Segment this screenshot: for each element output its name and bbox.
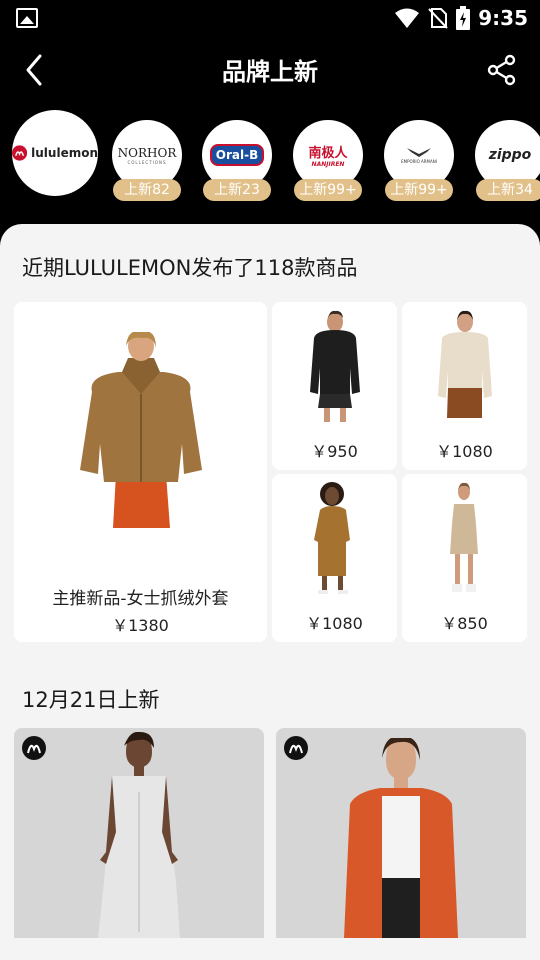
content-panel: 近期LULULEMON发布了118款商品 主推新品-女士抓绒外套 ￥1380 ￥…: [0, 224, 540, 960]
no-sim-icon: [428, 8, 448, 29]
product-price: ￥950: [311, 442, 358, 461]
product-price: ￥1080: [306, 614, 363, 633]
status-bar: 9:35: [0, 0, 540, 36]
lululemon-logo-icon: [284, 736, 308, 760]
black-hoodie-image: [310, 310, 360, 422]
fleece-jacket-image: [80, 332, 202, 528]
eagle-logo-icon: [407, 148, 431, 157]
new-count-badge: 上新99+: [385, 179, 453, 201]
featured-product-price: ￥1380: [112, 616, 169, 635]
featured-product-card[interactable]: 主推新品-女士抓绒外套 ￥1380: [14, 302, 267, 642]
new-count-badge: 上新82: [113, 179, 181, 201]
battery-charging-icon: [456, 6, 471, 30]
new-product-card[interactable]: [14, 728, 264, 938]
orange-cardigan-image: [344, 738, 458, 938]
summary-title: 近期LULULEMON发布了118款商品: [22, 256, 358, 280]
brand-subtitle: NANJIREN: [311, 161, 345, 168]
brand-logo: lululemon: [12, 110, 98, 196]
lululemon-logo-icon: [12, 145, 28, 161]
new-product-card[interactable]: [276, 728, 526, 938]
brand-zippo[interactable]: ZIPPO 上新34: [475, 120, 540, 201]
nav-bar: 品牌上新: [0, 36, 540, 104]
featured-product-name: 主推新品-女士抓绒外套: [52, 589, 229, 609]
brand-norhor[interactable]: NORHOR COLLECTIONS 上新82: [112, 120, 182, 201]
page-title: 品牌上新: [222, 58, 318, 86]
lululemon-logo-icon: [22, 736, 46, 760]
brand-name: lululemon: [31, 146, 98, 160]
new-count-badge: 上新99+: [294, 179, 362, 201]
wifi-icon: [395, 8, 420, 28]
brand-nanjiren[interactable]: 南极人 NANJIREN 上新99+: [293, 120, 363, 201]
brand-name: 南极人: [308, 146, 348, 161]
new-count-badge: 上新34: [476, 179, 540, 201]
brand-name: NORHOR: [117, 145, 177, 160]
new-count-badge: 上新23: [203, 179, 271, 201]
brand-subtitle: COLLECTIONS: [127, 159, 167, 165]
product-price: ￥1080: [436, 442, 493, 461]
product-card[interactable]: ￥1080: [402, 302, 527, 470]
clock: 9:35: [478, 6, 528, 30]
brand-name: EMPORIO ARMANI: [401, 159, 437, 164]
brand-oral-b[interactable]: Oral-B 上新23: [202, 120, 272, 201]
beige-dress-image: [450, 482, 478, 592]
product-card[interactable]: ￥850: [402, 474, 527, 642]
brown-dress-image: [314, 482, 350, 594]
brand-name: Oral-B: [209, 144, 265, 166]
brand-lululemon[interactable]: lululemon: [12, 110, 98, 196]
product-card[interactable]: ￥1080: [272, 474, 397, 642]
brand-strip: lululemon NORHOR COLLECTIONS 上新82 Oral-B…: [0, 104, 540, 224]
gallery-notification-icon: [16, 8, 38, 28]
product-price: ￥850: [441, 614, 488, 633]
new-date-title: 12月21日上新: [22, 688, 160, 712]
cream-sweater-image: [438, 310, 492, 418]
brand-name: ZIPPO: [488, 147, 532, 163]
product-card[interactable]: ￥950: [272, 302, 397, 470]
share-button[interactable]: [486, 54, 518, 86]
grey-dress-image: [98, 732, 180, 938]
brand-emporio-armani[interactable]: EMPORIO ARMANI 上新99+: [384, 120, 454, 201]
